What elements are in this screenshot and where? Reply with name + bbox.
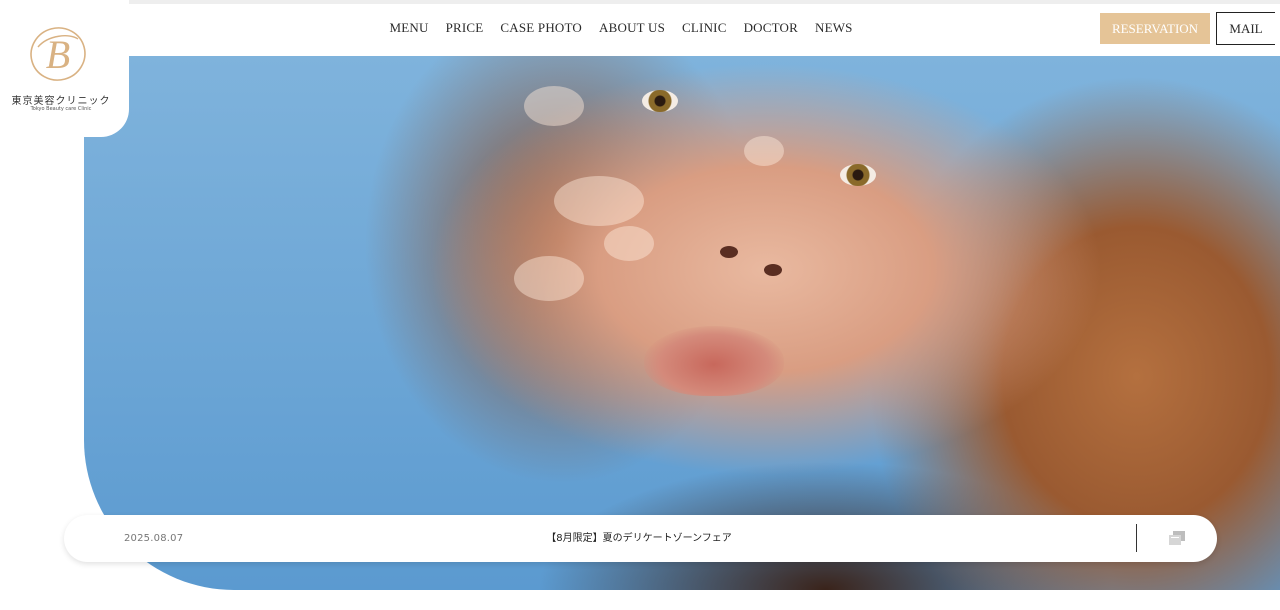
reservation-button[interactable]: RESERVATION [1100, 13, 1210, 44]
logo-name-jp: 東京美容クリニック [11, 96, 111, 107]
news-title-link[interactable]: 【8月限定】夏のデリケートゾーンフェア [364, 515, 914, 562]
nav-item-case-photo[interactable]: CASE PHOTO [500, 20, 582, 36]
news-list-icon[interactable] [1169, 531, 1185, 545]
nav-item-about-us[interactable]: ABOUT US [599, 20, 665, 36]
logo-mark-icon: B [30, 27, 86, 81]
news-date: 2025.08.07 [124, 533, 184, 544]
logo[interactable]: B 東京美容クリニック Tokyo Beauty care Clinic [0, 0, 129, 137]
hero-image [84, 56, 1280, 590]
logo-name-en: Tokyo Beauty care Clinic [30, 106, 92, 112]
page: MENU PRICE CASE PHOTO ABOUT US CLINIC DO… [0, 0, 1280, 610]
nav-item-doctor[interactable]: DOCTOR [744, 20, 798, 36]
bottom-band [0, 590, 1280, 610]
site-header: MENU PRICE CASE PHOTO ABOUT US CLINIC DO… [0, 0, 1280, 56]
nav-item-clinic[interactable]: CLINIC [682, 20, 727, 36]
nav-item-news[interactable]: NEWS [815, 20, 853, 36]
nav-item-menu[interactable]: MENU [390, 20, 429, 36]
nav-item-price[interactable]: PRICE [446, 20, 484, 36]
news-divider [1136, 524, 1137, 552]
main-nav: MENU PRICE CASE PHOTO ABOUT US CLINIC DO… [381, 0, 861, 56]
logo-letter: B [46, 32, 70, 77]
news-ticker: 2025.08.07 【8月限定】夏のデリケートゾーンフェア [64, 515, 1217, 562]
mail-button[interactable]: MAIL [1216, 12, 1275, 45]
